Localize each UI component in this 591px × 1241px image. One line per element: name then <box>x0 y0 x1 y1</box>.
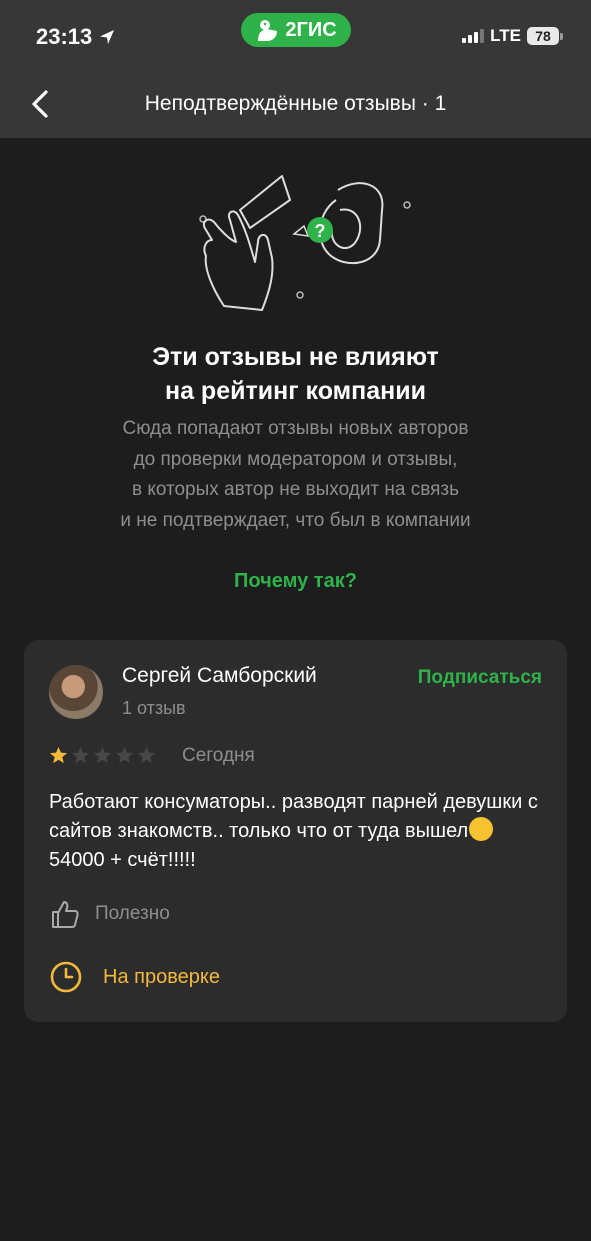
svg-text:?: ? <box>315 221 326 241</box>
star-empty-icon <box>71 746 90 764</box>
author-review-count: 1 отзыв <box>122 698 186 718</box>
review-text-part: 54000 + счёт!!!!! <box>49 849 196 871</box>
flushed-face-emoji <box>469 817 494 841</box>
review-card: Сергей Самборский 1 отзыв Подписаться Се… <box>24 640 567 1022</box>
review-text-part: Работают консуматоры.. разводят парней д… <box>49 791 538 842</box>
network-type: LTE <box>490 26 521 45</box>
star-empty-icon <box>137 746 156 764</box>
rating-stars <box>49 746 156 765</box>
moderation-status: На проверке <box>49 960 220 994</box>
review-date: Сегодня <box>182 745 255 766</box>
top-bar: 23:13 2ГИС LTE 78 Неподтверждённые отзыв… <box>0 0 591 138</box>
battery-level: 78 <box>527 27 559 45</box>
star-filled-icon <box>49 746 68 764</box>
status-time: 23:13 <box>36 24 116 50</box>
subscribe-button[interactable]: Подписаться <box>418 667 542 689</box>
info-headline: Эти отзывы не влияют на рейтинг компании <box>0 340 591 408</box>
time-text: 23:13 <box>36 24 93 49</box>
headline-line: Эти отзывы не влияют <box>152 343 439 371</box>
useful-label: Полезно <box>95 903 170 924</box>
star-empty-icon <box>93 746 112 764</box>
hands-illustration: ? <box>199 175 411 311</box>
description-line: Сюда попадают отзывы новых авторов <box>122 418 469 439</box>
brand-name: 2ГИС <box>285 18 337 41</box>
headline-line: на рейтинг компании <box>164 377 427 405</box>
why-link[interactable]: Почему так? <box>0 570 591 593</box>
info-description: Сюда попадают отзывы новых авторов до пр… <box>0 414 591 536</box>
nav-bar: Неподтверждённые отзывы · 1 <box>0 70 591 138</box>
battery-icon: 78 <box>527 27 563 45</box>
avatar[interactable] <box>49 665 103 719</box>
signal-icon <box>462 29 485 43</box>
location-arrow-icon <box>100 30 115 44</box>
status-bar: 23:13 2ГИС LTE 78 <box>0 0 591 70</box>
clock-icon <box>50 961 82 993</box>
author-name[interactable]: Сергей Самборский <box>122 664 317 688</box>
description-line: в которых автор не выходит на связь <box>131 479 460 500</box>
description-line: до проверки модератором и отзывы, <box>133 448 458 470</box>
brand-pill[interactable]: 2ГИС <box>241 13 351 47</box>
description-line: и не подтверждает, что был в компании <box>120 509 471 531</box>
status-right: LTE 78 <box>462 26 563 46</box>
moderation-label: На проверке <box>103 965 220 988</box>
duck-logo-icon <box>258 20 278 41</box>
useful-button[interactable]: Полезно <box>49 898 170 930</box>
page-title: Неподтверждённые отзывы · 1 <box>144 92 447 115</box>
review-text: Работают консуматоры.. разводят парней д… <box>49 788 549 875</box>
star-empty-icon <box>115 746 134 764</box>
thumbs-up-icon <box>52 901 79 928</box>
